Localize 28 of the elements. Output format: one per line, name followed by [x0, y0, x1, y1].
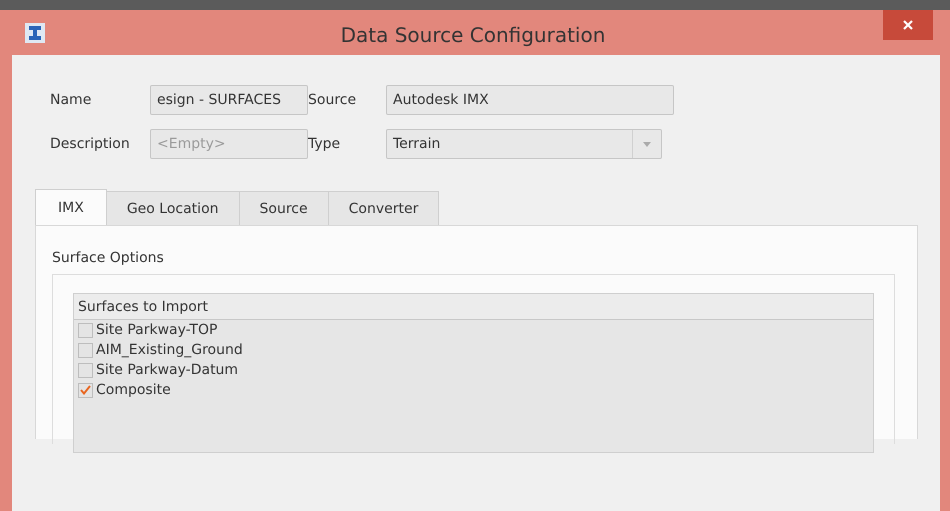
window-title: Data Source Configuration [340, 22, 606, 46]
surface-name: Composite [96, 382, 171, 398]
text-field[interactable]: <Empty> [150, 129, 308, 159]
field-label: Description [50, 136, 131, 152]
close-button[interactable] [883, 10, 933, 40]
checkbox[interactable] [78, 322, 93, 338]
text-field[interactable]: esign - SURFACES [150, 85, 308, 115]
group-title: Surface Options [52, 250, 164, 266]
caret-icon [643, 142, 651, 146]
tab[interactable]: Converter [328, 191, 440, 225]
tab[interactable]: Source [238, 191, 329, 225]
tab[interactable]: IMX [35, 189, 107, 225]
close-icon [902, 19, 914, 31]
checkbox[interactable] [78, 362, 93, 378]
tab[interactable]: Geo Location [106, 191, 240, 225]
field-label: Name [50, 92, 92, 108]
check-icon [80, 385, 91, 395]
surface-name: Site Parkway-TOP [96, 322, 218, 338]
list-header: Surfaces to Import [74, 294, 873, 320]
surface-name: Site Parkway-Datum [96, 362, 238, 378]
checkbox[interactable] [78, 382, 93, 398]
field-label: Type [308, 136, 342, 152]
text-field[interactable]: Autodesk IMX [386, 85, 674, 115]
checkbox[interactable] [78, 342, 93, 358]
field-label: Source [308, 92, 358, 108]
surface-name: AIM_Existing_Ground [96, 342, 243, 358]
app-icon [24, 22, 46, 44]
type-dropdown[interactable]: Terrain [386, 129, 662, 159]
